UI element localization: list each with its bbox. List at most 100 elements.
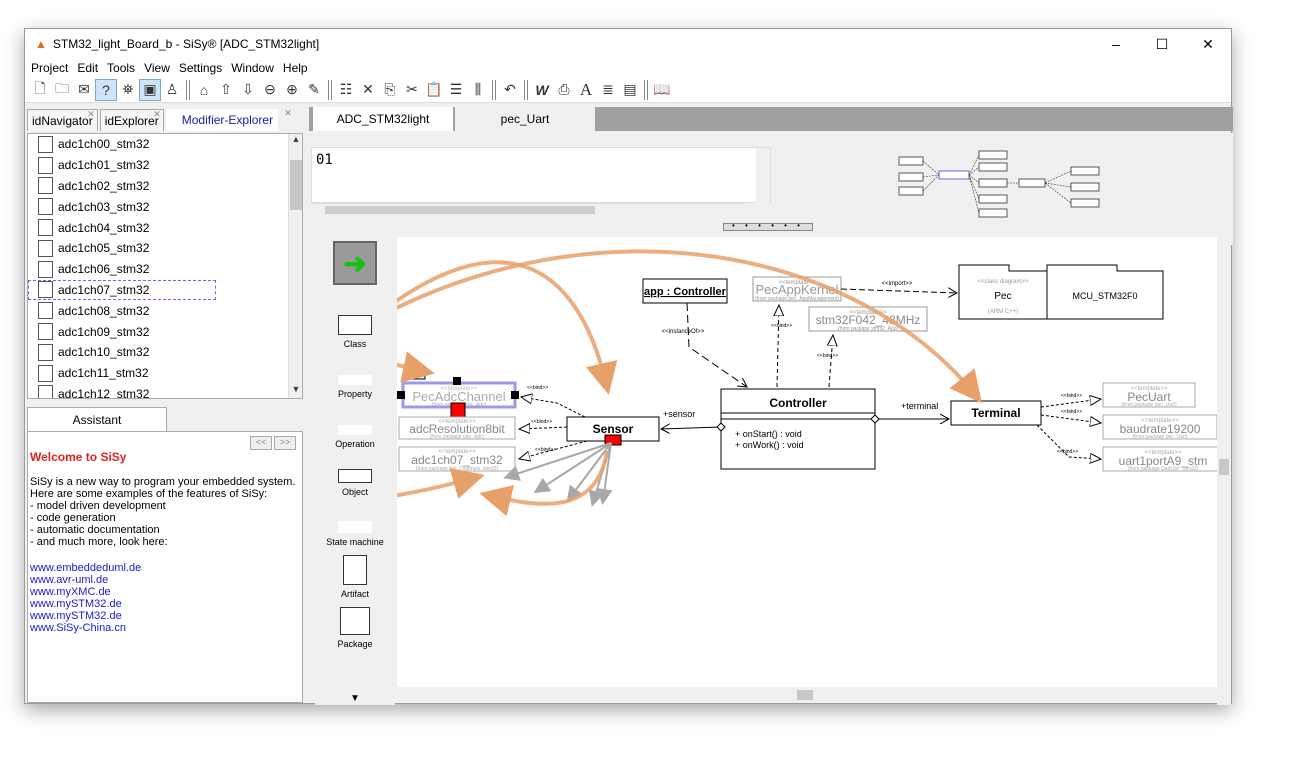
scroll-thumb[interactable]	[797, 690, 813, 700]
tab-idexplorer[interactable]: idExplorer ✕	[99, 109, 164, 131]
checkbox[interactable]	[38, 364, 53, 382]
palette-property[interactable]: Property	[315, 375, 395, 399]
close-icon[interactable]: ✕	[284, 108, 292, 119]
checkbox[interactable]	[38, 156, 53, 174]
checkbox[interactable]	[38, 385, 53, 398]
checkbox[interactable]	[38, 302, 53, 320]
selection-handle[interactable]	[397, 391, 405, 399]
close-icon[interactable]: ✕	[153, 109, 161, 120]
tab-adc-stm32light[interactable]: ADC_STM32light	[313, 107, 453, 131]
columns-icon[interactable]: ⫼	[467, 79, 489, 101]
link-mystm32[interactable]: www.mySTM32.de	[30, 598, 300, 610]
scroll-down-icon[interactable]: ▼	[289, 384, 302, 398]
word-icon[interactable]: W	[531, 79, 553, 101]
palette-operation[interactable]: Operation	[315, 425, 395, 449]
tab-idnavigator[interactable]: idNavigator ✕	[27, 109, 98, 131]
forward-icon[interactable]: >>	[274, 436, 296, 450]
mail-icon[interactable]: ✉	[73, 79, 95, 101]
palette-state-machine[interactable]: State machine	[315, 521, 395, 547]
scroll-thumb[interactable]	[1219, 459, 1229, 475]
tree-item[interactable]: adc1ch00_stm32	[28, 134, 302, 155]
checkbox[interactable]	[38, 177, 53, 195]
canvas-hscrollbar[interactable]	[397, 687, 1217, 703]
tree-item[interactable]: adc1ch07_stm32	[28, 279, 216, 301]
align-icon[interactable]: ☰	[445, 79, 467, 101]
close-icon[interactable]: ✕	[87, 109, 95, 120]
code-editor[interactable]: 01	[311, 147, 771, 204]
tree-item[interactable]: adc1ch02_stm32	[28, 176, 302, 197]
book-icon[interactable]: 📖	[651, 79, 673, 101]
tab-assistant[interactable]: Assistant	[27, 407, 167, 431]
link-embeddeduml[interactable]: www.embeddeduml.de	[30, 562, 300, 574]
palette-object[interactable]: Object	[315, 469, 395, 497]
menu-settings[interactable]: Settings	[179, 61, 222, 75]
zoom-in-icon[interactable]: ⊕	[281, 79, 303, 101]
palette-class[interactable]: Class	[315, 315, 395, 349]
tree-item[interactable]: adc1ch11_stm32	[28, 363, 302, 384]
tree-item[interactable]: adc1ch06_stm32	[28, 259, 302, 280]
diagram-minimap[interactable]	[779, 143, 1229, 233]
help-icon[interactable]: ?	[95, 78, 117, 101]
cut-icon[interactable]: ✂	[401, 79, 423, 101]
tree-item[interactable]: adc1ch01_stm32	[28, 155, 302, 176]
close-button[interactable]: ✕	[1185, 29, 1231, 59]
page-icon[interactable]: ▤	[619, 79, 641, 101]
tab-modifier-explorer[interactable]: Modifier-Explorer ✕	[165, 108, 292, 131]
scroll-up-icon[interactable]: ▲	[289, 134, 302, 148]
link-avr-uml[interactable]: www.avr-uml.de	[30, 574, 300, 586]
list-icon[interactable]: ≣	[597, 79, 619, 101]
new-document-icon[interactable]: 🗋	[29, 79, 51, 101]
diagram-canvas[interactable]: app : Controller <<template>> PecAppKern…	[397, 237, 1217, 687]
tree-item[interactable]: adc1ch12_stm32	[28, 384, 302, 398]
link-myxmc[interactable]: www.myXMC.de	[30, 586, 300, 598]
scroll-thumb[interactable]	[290, 160, 302, 210]
copy-icon[interactable]: ⎘	[379, 79, 401, 101]
selection-handle[interactable]	[511, 391, 519, 399]
checkbox[interactable]	[38, 281, 53, 299]
undo-icon[interactable]: ↶	[499, 79, 521, 101]
window-icon[interactable]: ▣	[139, 78, 161, 101]
link-sisy-china[interactable]: www.SiSy-China.cn	[30, 622, 300, 634]
checkbox[interactable]	[38, 260, 53, 278]
tree-item[interactable]: adc1ch08_stm32	[28, 300, 302, 321]
tab-pec-uart[interactable]: pec_Uart	[455, 107, 595, 131]
open-folder-icon[interactable]: 🗀	[51, 79, 73, 101]
checkbox[interactable]	[38, 323, 53, 341]
menu-project[interactable]: Project	[31, 61, 68, 75]
splitter-handle[interactable]: • • • • • •	[723, 222, 813, 231]
menu-edit[interactable]: Edit	[77, 61, 98, 75]
selection-handle[interactable]	[453, 377, 461, 385]
tree-item[interactable]: adc1ch09_stm32	[28, 321, 302, 342]
tree-item[interactable]: adc1ch03_stm32	[28, 196, 302, 217]
scroll-thumb[interactable]	[325, 206, 595, 214]
palette-scroll-down-icon[interactable]: ▼	[315, 693, 395, 704]
palette-artifact[interactable]: Artifact	[315, 555, 395, 599]
link-mystm32[interactable]: www.mySTM32.de	[30, 610, 300, 622]
menu-help[interactable]: Help	[283, 61, 308, 75]
zoom-out-icon[interactable]: ⊖	[259, 79, 281, 101]
checkbox[interactable]	[38, 135, 53, 153]
palette-package[interactable]: Package	[315, 607, 395, 649]
menu-tools[interactable]: Tools	[107, 61, 135, 75]
font-icon[interactable]: A	[575, 79, 597, 101]
arrow-up-icon[interactable]: ⇧	[215, 79, 237, 101]
edit-diagram-icon[interactable]: ✎	[303, 79, 325, 101]
properties-icon[interactable]: ☷	[335, 79, 357, 101]
back-icon[interactable]: <<	[250, 436, 272, 450]
editor-hscrollbar[interactable]	[311, 203, 745, 215]
binoculars-icon[interactable]: ⛯	[117, 79, 139, 101]
canvas-vscrollbar[interactable]	[1217, 237, 1231, 705]
home-icon[interactable]: ⌂	[193, 79, 215, 101]
checkbox[interactable]	[38, 343, 53, 361]
checkbox[interactable]	[38, 219, 53, 237]
print-icon[interactable]: ⎙	[553, 79, 575, 101]
tree-item[interactable]: adc1ch05_stm32	[28, 238, 302, 259]
tree-item[interactable]: adc1ch10_stm32	[28, 342, 302, 363]
paste-icon[interactable]: 📋	[423, 79, 445, 101]
checkbox[interactable]	[38, 198, 53, 216]
arrow-down-icon[interactable]: ⇩	[237, 79, 259, 101]
editor-scrollbar[interactable]	[756, 148, 770, 204]
exit-diagram-icon[interactable]: ➜	[315, 241, 395, 285]
minimize-button[interactable]: –	[1093, 29, 1139, 59]
checkbox[interactable]	[38, 239, 53, 257]
